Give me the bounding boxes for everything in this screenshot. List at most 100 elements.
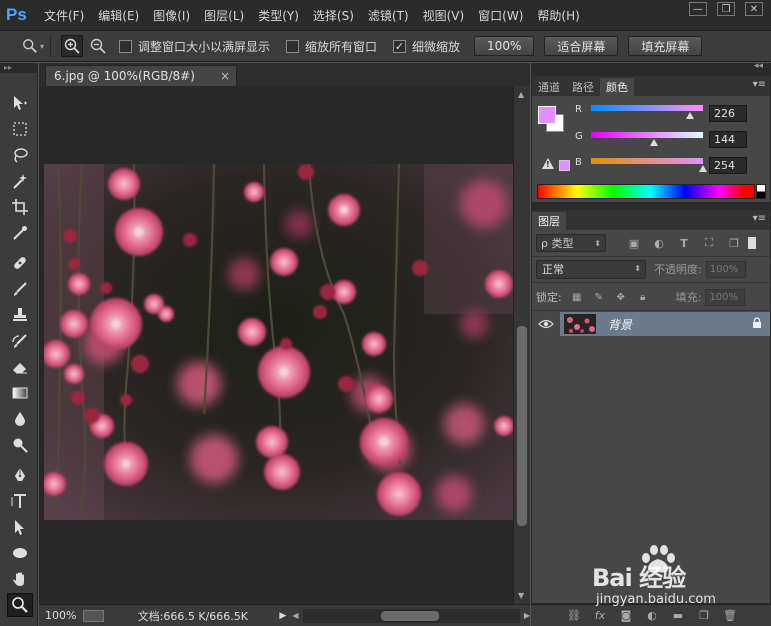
- filter-type-layer-icon[interactable]: T: [676, 235, 692, 251]
- lock-image-pixels-icon[interactable]: ✎: [592, 290, 606, 304]
- filter-pixel-layer-icon[interactable]: ▣: [626, 235, 642, 251]
- filter-shape-layer-icon[interactable]: ⛶: [701, 235, 717, 251]
- minimize-button[interactable]: —: [689, 2, 707, 16]
- options-bar: ▾ 调整窗口大小以满屏显示 缩放所有窗口 ✓ 细微缩放 100% 适合屏幕 填充…: [0, 30, 771, 62]
- eraser-tool-icon[interactable]: [7, 355, 33, 379]
- tab-color[interactable]: 颜色: [600, 78, 634, 96]
- close-document-icon[interactable]: ×: [220, 69, 230, 83]
- menu-view[interactable]: 视图(V): [423, 7, 465, 24]
- zoom-level-field[interactable]: 100%: [39, 609, 83, 622]
- filter-smart-object-icon[interactable]: ❐: [726, 235, 742, 251]
- black-white-ramp[interactable]: [756, 184, 766, 199]
- dodge-tool-icon[interactable]: [7, 433, 33, 457]
- gradient-tool-icon[interactable]: [7, 381, 33, 405]
- zoom-tool-preset-icon[interactable]: ▾: [22, 35, 44, 57]
- menu-filter[interactable]: 滤镜(T): [368, 7, 409, 24]
- close-window-button[interactable]: ✕: [745, 2, 763, 16]
- b-slider-handle[interactable]: [698, 165, 707, 172]
- horizontal-scrollbar[interactable]: [302, 608, 520, 623]
- color-spectrum-bar[interactable]: [537, 184, 755, 199]
- fill-field[interactable]: 100%: [705, 288, 746, 306]
- brush-tool-icon[interactable]: [7, 277, 33, 301]
- type-tool-icon[interactable]: [7, 489, 33, 513]
- menu-help[interactable]: 帮助(H): [537, 7, 579, 24]
- vertical-scroll-thumb[interactable]: [517, 326, 527, 526]
- foreground-color-swatch[interactable]: [538, 106, 556, 124]
- menu-window[interactable]: 窗口(W): [478, 7, 523, 24]
- menu-select[interactable]: 选择(S): [313, 7, 354, 24]
- menu-file[interactable]: 文件(F): [44, 7, 84, 24]
- actual-pixels-button[interactable]: 100%: [474, 36, 535, 56]
- horizontal-scroll-thumb[interactable]: [380, 610, 439, 621]
- scroll-left-icon[interactable]: ◀: [292, 611, 298, 620]
- status-menu-arrow-icon[interactable]: ▶: [279, 611, 286, 621]
- pen-tool-icon[interactable]: [7, 463, 33, 487]
- path-selection-tool-icon[interactable]: [7, 515, 33, 539]
- crop-tool-icon[interactable]: [7, 195, 33, 219]
- layer-name[interactable]: 背景: [608, 316, 632, 333]
- link-layers-icon[interactable]: ⛓: [565, 608, 583, 624]
- layers-panel-tabs: 图层 ▾≡: [532, 210, 770, 230]
- lasso-tool-icon[interactable]: [7, 143, 33, 167]
- tab-layers[interactable]: 图层: [532, 212, 566, 230]
- layer-filter-select[interactable]: ρ 类型 ⬍: [536, 234, 606, 252]
- clone-stamp-tool-icon[interactable]: [7, 303, 33, 327]
- hand-tool-icon[interactable]: [7, 567, 33, 591]
- scroll-up-icon[interactable]: ▲: [518, 90, 524, 99]
- scroll-down-icon[interactable]: ▼: [518, 591, 524, 600]
- resize-windows-checkbox[interactable]: [119, 39, 132, 53]
- opacity-field[interactable]: 100%: [705, 260, 746, 278]
- filter-adjustment-layer-icon[interactable]: ◐: [651, 235, 667, 251]
- tools-panel-grip[interactable]: ▸▸: [0, 63, 37, 73]
- healing-brush-tool-icon[interactable]: [7, 251, 33, 275]
- b-slider[interactable]: [591, 158, 703, 164]
- lock-position-icon[interactable]: ✥: [614, 290, 628, 304]
- scrubby-zoom-checkbox[interactable]: ✓: [393, 39, 407, 53]
- layer-item-background[interactable]: 背景: [560, 312, 770, 336]
- filter-toggle-icon[interactable]: [748, 237, 756, 249]
- document-image[interactable]: [44, 164, 513, 520]
- r-value-field[interactable]: 226: [709, 105, 747, 122]
- restore-button[interactable]: ❐: [717, 2, 735, 16]
- layer-visibility-eye-icon[interactable]: [532, 312, 560, 336]
- blur-tool-icon[interactable]: [7, 407, 33, 431]
- vertical-scrollbar[interactable]: ▲ ▼: [513, 86, 530, 604]
- g-slider[interactable]: [591, 132, 703, 138]
- out-of-gamut-warning-icon[interactable]: !: [542, 158, 554, 169]
- menu-edit[interactable]: 编辑(E): [98, 7, 139, 24]
- zoom-out-icon[interactable]: [87, 35, 109, 57]
- g-value-field[interactable]: 144: [709, 131, 747, 148]
- menu-layer[interactable]: 图层(L): [204, 7, 244, 24]
- tab-channels[interactable]: 通道: [532, 78, 566, 96]
- menu-type[interactable]: 类型(Y): [258, 7, 299, 24]
- g-slider-handle[interactable]: [650, 139, 659, 146]
- layers-panel-menu-icon[interactable]: ▾≡: [753, 213, 766, 224]
- scroll-right-icon[interactable]: ▶: [524, 611, 530, 620]
- ellipse-tool-icon[interactable]: [7, 541, 33, 565]
- lock-transparent-pixels-icon[interactable]: ▦: [570, 290, 584, 304]
- document-tab[interactable]: 6.jpg @ 100%(RGB/8#) ×: [45, 65, 237, 86]
- panel-menu-icon[interactable]: ▾≡: [753, 79, 766, 90]
- marquee-tool-icon[interactable]: [7, 117, 33, 141]
- magic-wand-tool-icon[interactable]: [7, 169, 33, 193]
- canvas-area[interactable]: [39, 86, 513, 604]
- blend-mode-select[interactable]: 正常 ⬍: [536, 259, 646, 279]
- zoom-all-windows-checkbox[interactable]: [286, 39, 300, 53]
- fill-value: 100%: [709, 291, 739, 303]
- tab-paths[interactable]: 路径: [566, 78, 600, 96]
- gamut-color-swatch[interactable]: [559, 160, 570, 171]
- fit-screen-button[interactable]: 适合屏幕: [544, 36, 619, 56]
- fill-screen-button[interactable]: 填充屏幕: [628, 36, 703, 56]
- zoom-in-icon[interactable]: [61, 35, 83, 57]
- eyedropper-tool-icon[interactable]: [7, 221, 33, 245]
- lock-all-icon[interactable]: 🔒︎: [636, 290, 650, 304]
- history-brush-tool-icon[interactable]: [7, 329, 33, 353]
- r-slider-handle[interactable]: [686, 112, 695, 119]
- zoom-tool-icon[interactable]: [7, 593, 33, 617]
- b-value-field[interactable]: 254: [709, 157, 747, 174]
- layer-row-background[interactable]: 背景: [532, 312, 770, 336]
- move-tool-icon[interactable]: [7, 91, 33, 115]
- panel-dock-grip[interactable]: ◂◂: [531, 61, 771, 75]
- menu-image[interactable]: 图像(I): [153, 7, 190, 24]
- r-slider[interactable]: [591, 105, 703, 111]
